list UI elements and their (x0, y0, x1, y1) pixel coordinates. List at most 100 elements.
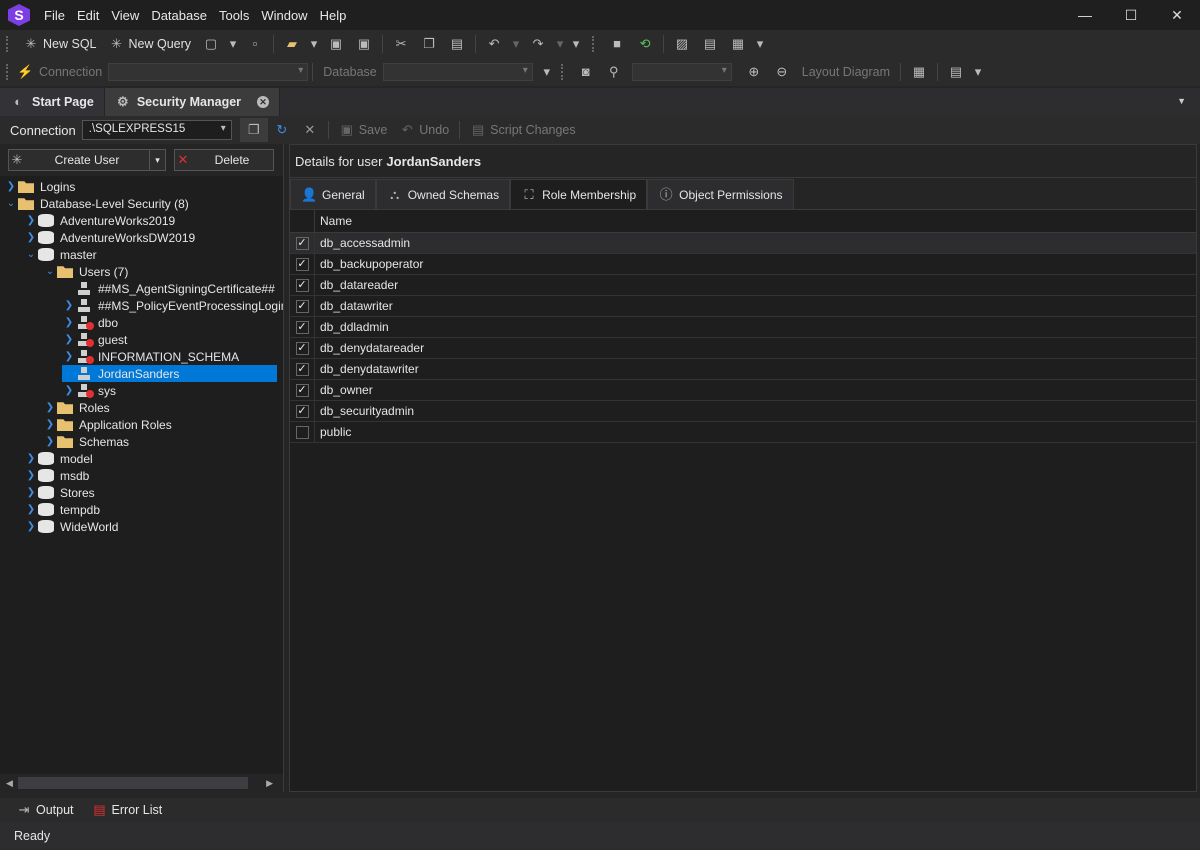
dropdown-arrow-icon[interactable]: ▾ (225, 36, 241, 52)
tab-owned-schemas[interactable]: ⛬ Owned Schemas (375, 179, 511, 209)
script-changes-button[interactable]: ▤ Script Changes (464, 118, 581, 142)
tree-node-db-security[interactable]: ⌄ Database-Level Security (8) (4, 195, 189, 212)
table-row[interactable]: ✓ db_owner (290, 380, 1196, 401)
close-icon[interactable]: ✕ (1154, 0, 1200, 30)
role-checkbox[interactable]: ✓ (295, 320, 309, 334)
scrollbar-thumb[interactable] (18, 777, 248, 789)
tab-general[interactable]: 👤 General (290, 179, 376, 209)
tree-node-database[interactable]: ⌄ master (24, 246, 97, 263)
tool-button-2[interactable]: ▤ (696, 32, 724, 56)
expand-icon[interactable]: ❯ (24, 232, 38, 243)
table-row[interactable]: ✓ db_backupoperator (290, 254, 1196, 275)
expand-icon[interactable]: ❯ (24, 215, 38, 226)
menu-tools[interactable]: Tools (213, 8, 255, 23)
tab-security-manager[interactable]: ⚙ Security Manager ✕ (104, 88, 281, 116)
tree-node-user[interactable]: ❯ INFORMATION_SCHEMA (62, 348, 239, 365)
expand-icon[interactable]: ❯ (24, 487, 38, 498)
scroll-left-icon[interactable]: ◀ (6, 778, 13, 789)
tab-start-page[interactable]: ◐ Start Page (0, 88, 105, 116)
toolbar-grip[interactable] (560, 64, 564, 80)
role-checkbox[interactable]: ✓ (295, 278, 309, 292)
expand-icon[interactable]: ❯ (43, 402, 57, 413)
output-button[interactable]: ⇥ Output (16, 802, 74, 818)
open-button[interactable]: ▰ (278, 32, 306, 56)
toolbar-grip[interactable] (6, 36, 9, 52)
expand-icon[interactable]: ❯ (24, 470, 38, 481)
table-row[interactable]: ✓ db_securityadmin (290, 401, 1196, 422)
tool-button-3[interactable]: ▦ (724, 32, 752, 56)
maximize-icon[interactable]: ☐ (1108, 0, 1154, 30)
menu-file[interactable]: File (38, 8, 71, 23)
execute-button[interactable]: ⟲ (631, 32, 659, 56)
database-combo[interactable] (382, 63, 533, 81)
paste-button[interactable]: ▤ (443, 32, 471, 56)
toolbar-grip[interactable] (592, 36, 595, 52)
zoom-out-button[interactable]: ⊖ (768, 60, 796, 84)
horizontal-scrollbar[interactable]: ◀ ▶ (0, 774, 283, 792)
collapse-icon[interactable]: ⌄ (24, 249, 38, 260)
table-row[interactable]: ✓ db_datawriter (290, 296, 1196, 317)
tree-node-user[interactable]: ❯ ##MS_PolicyEventProcessingLogin# (62, 297, 283, 314)
tree-node-database[interactable]: ❯ AdventureWorksDW2019 (24, 229, 195, 246)
role-checkbox[interactable]: ✓ (295, 341, 309, 355)
new-query-button[interactable]: ✳ New Query (103, 32, 198, 56)
dropdown-arrow-icon[interactable]: ▾ (306, 36, 322, 52)
page-button[interactable]: ▤ (942, 60, 970, 84)
connection-select[interactable]: .\SQLEXPRESS15 (81, 120, 232, 140)
screenshot-button[interactable]: ◙ (572, 60, 600, 84)
tree-node-user[interactable]: ❯ guest (62, 331, 127, 348)
tree-node-user[interactable]: ❯ sys (62, 382, 116, 399)
tool-button-1[interactable]: ▨ (668, 32, 696, 56)
collapse-icon[interactable]: ⌄ (4, 198, 18, 209)
expand-icon[interactable]: ❯ (62, 334, 76, 345)
scroll-right-icon[interactable]: ▶ (266, 778, 273, 789)
save-changes-button[interactable]: ▣ Save (333, 118, 394, 142)
cancel-button[interactable]: ✕ (296, 118, 324, 142)
tree-node-roles[interactable]: ❯ Roles (43, 399, 110, 416)
tree-node-users[interactable]: ⌄ Users (7) (43, 263, 129, 280)
table-row[interactable]: public (290, 422, 1196, 443)
undo-changes-button[interactable]: ↶ Undo (393, 118, 455, 142)
tree-node-application-roles[interactable]: ❯ Application Roles (43, 416, 172, 433)
stop-button[interactable]: ■ (603, 32, 631, 56)
name-column-header[interactable]: Name (315, 214, 352, 228)
role-checkbox[interactable]: ✓ (295, 383, 309, 397)
menu-window[interactable]: Window (255, 8, 313, 23)
redo-button[interactable]: ↷ (524, 32, 552, 56)
table-row[interactable]: ✓ db_denydatareader (290, 338, 1196, 359)
tree-node-database[interactable]: ❯ Stores (24, 484, 95, 501)
error-list-button[interactable]: ▤ Error List (92, 802, 162, 818)
expand-icon[interactable]: ❯ (24, 453, 38, 464)
minimize-icon[interactable]: — (1062, 0, 1108, 30)
tree-node-database[interactable]: ❯ AdventureWorks2019 (24, 212, 175, 229)
menu-view[interactable]: View (105, 8, 145, 23)
tree-node-database[interactable]: ❯ WideWorld (24, 518, 119, 535)
layout-diagram-button[interactable]: Layout Diagram (796, 60, 896, 84)
tabs-overflow-icon[interactable]: ▼ (1177, 96, 1186, 106)
create-user-button[interactable]: ✳ Create User ▾ (8, 149, 166, 171)
dropdown-arrow-icon[interactable]: ▾ (970, 64, 986, 80)
expand-icon[interactable]: ❯ (62, 317, 76, 328)
dropdown-arrow-icon[interactable]: ▾ (539, 64, 555, 80)
role-checkbox[interactable] (295, 425, 309, 439)
tree-node-user[interactable]: ##MS_AgentSigningCertificate## (62, 280, 275, 297)
copy-button[interactable]: ❐ (415, 32, 443, 56)
expand-icon[interactable]: ❯ (62, 300, 76, 311)
tree-node-database[interactable]: ❯ msdb (24, 467, 90, 484)
save-button[interactable]: ▣ (322, 32, 350, 56)
expand-icon[interactable]: ❯ (43, 436, 57, 447)
table-row[interactable]: ✓ db_accessadmin (290, 233, 1196, 254)
save-all-button[interactable]: ▣ (350, 32, 378, 56)
table-row[interactable]: ✓ db_ddladmin (290, 317, 1196, 338)
role-checkbox[interactable]: ✓ (295, 257, 309, 271)
role-checkbox[interactable]: ✓ (295, 299, 309, 313)
expand-icon[interactable]: ❯ (24, 504, 38, 515)
collapse-icon[interactable]: ⌄ (43, 266, 57, 277)
tree-node-schemas[interactable]: ❯ Schemas (43, 433, 129, 450)
role-checkbox[interactable]: ✓ (295, 236, 309, 250)
tree-node-database[interactable]: ❯ model (24, 450, 93, 467)
role-checkbox[interactable]: ✓ (295, 362, 309, 376)
expand-icon[interactable]: ❯ (43, 419, 57, 430)
tree-node-user-selected[interactable]: JordanSanders (62, 365, 277, 382)
menu-database[interactable]: Database (145, 8, 213, 23)
